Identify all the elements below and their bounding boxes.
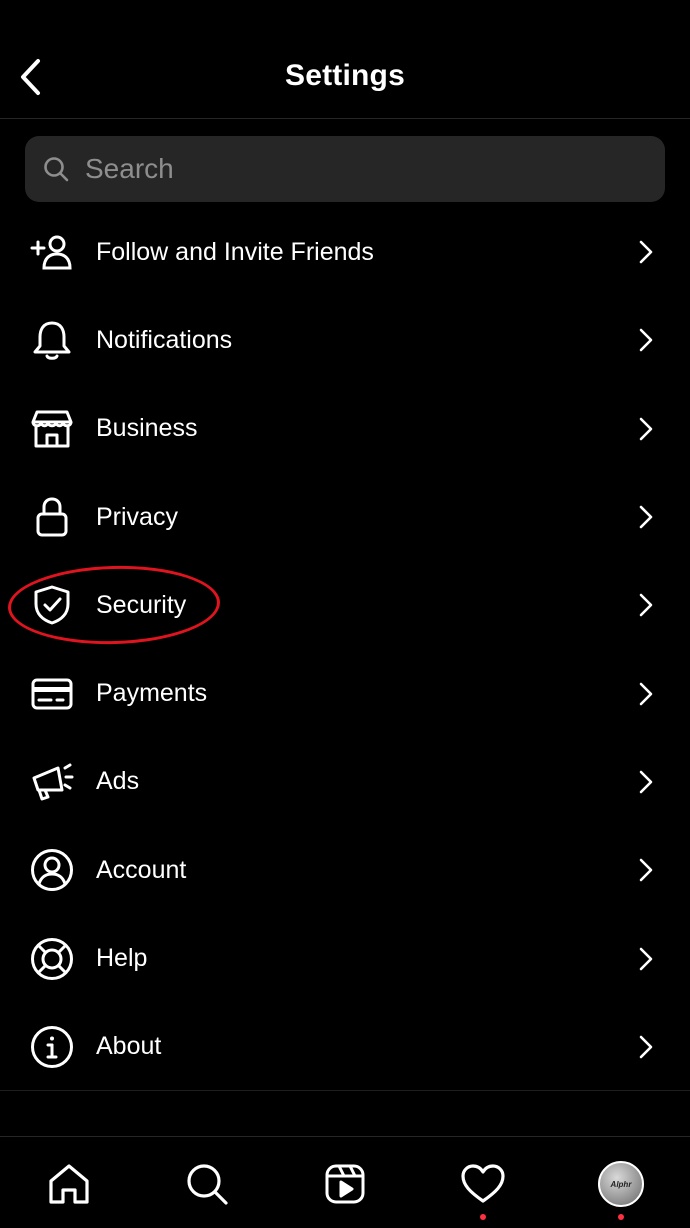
- chevron-right-icon: [636, 590, 656, 620]
- store-icon: [28, 405, 76, 453]
- tab-activity[interactable]: [456, 1157, 510, 1211]
- chevron-right-icon: [636, 679, 656, 709]
- megaphone-icon: [28, 758, 76, 806]
- tab-profile[interactable]: Alphr: [594, 1157, 648, 1211]
- menu-item-privacy[interactable]: Privacy: [0, 473, 690, 561]
- add-user-icon: [28, 228, 76, 276]
- menu-item-label: Follow and Invite Friends: [96, 237, 374, 266]
- heart-icon: [461, 1164, 505, 1203]
- tab-reels[interactable]: [318, 1157, 372, 1211]
- menu-item-label: Help: [96, 944, 148, 973]
- avatar-logo-text: Alphr: [610, 1179, 632, 1189]
- tab-search[interactable]: [180, 1157, 234, 1211]
- reels-icon: [325, 1164, 365, 1204]
- search-bar[interactable]: [25, 136, 665, 202]
- shield-check-icon: [28, 581, 76, 629]
- bottom-tab-bar: Alphr: [0, 1136, 690, 1228]
- info-icon: [28, 1023, 76, 1071]
- menu-item-ads[interactable]: Ads: [0, 738, 690, 826]
- lock-icon: [28, 493, 76, 541]
- tab-home[interactable]: [42, 1157, 96, 1211]
- menu-item-label: Business: [96, 414, 198, 443]
- chevron-right-icon: [636, 944, 656, 974]
- lifebuoy-icon: [28, 935, 76, 983]
- menu-item-label: Payments: [96, 679, 208, 708]
- header: Settings: [0, 0, 690, 119]
- profile-notification-dot: [618, 1214, 624, 1220]
- settings-menu: Follow and Invite Friends Notifications …: [0, 208, 690, 1091]
- menu-item-label: Notifications: [96, 325, 233, 354]
- search-icon: [187, 1164, 228, 1205]
- menu-item-business[interactable]: Business: [0, 385, 690, 473]
- menu-item-label: Account: [96, 855, 187, 884]
- menu-item-payments[interactable]: Payments: [0, 649, 690, 737]
- search-icon: [44, 157, 69, 182]
- menu-item-label: Ads: [96, 767, 140, 796]
- menu-item-security[interactable]: Security: [0, 561, 690, 649]
- user-circle-icon: [28, 846, 76, 894]
- chevron-right-icon: [636, 237, 656, 267]
- chevron-right-icon: [636, 767, 656, 797]
- divider: [0, 1090, 690, 1091]
- menu-item-follow-invite[interactable]: Follow and Invite Friends: [0, 208, 690, 296]
- activity-notification-dot: [480, 1214, 486, 1220]
- menu-item-label: About: [96, 1032, 162, 1061]
- menu-item-account[interactable]: Account: [0, 826, 690, 914]
- bell-icon: [28, 316, 76, 364]
- chevron-right-icon: [636, 325, 656, 355]
- avatar: Alphr: [598, 1161, 644, 1207]
- menu-item-about[interactable]: About: [0, 1003, 690, 1091]
- page-title: Settings: [285, 59, 405, 92]
- menu-item-label: Security: [96, 590, 187, 619]
- credit-card-icon: [28, 670, 76, 718]
- chevron-right-icon: [636, 502, 656, 532]
- home-icon: [49, 1164, 89, 1204]
- chevron-right-icon: [636, 1032, 656, 1062]
- menu-item-label: Privacy: [96, 502, 178, 531]
- chevron-right-icon: [636, 414, 656, 444]
- chevron-right-icon: [636, 855, 656, 885]
- menu-item-help[interactable]: Help: [0, 914, 690, 1002]
- menu-item-notifications[interactable]: Notifications: [0, 296, 690, 384]
- search-input[interactable]: [83, 152, 627, 186]
